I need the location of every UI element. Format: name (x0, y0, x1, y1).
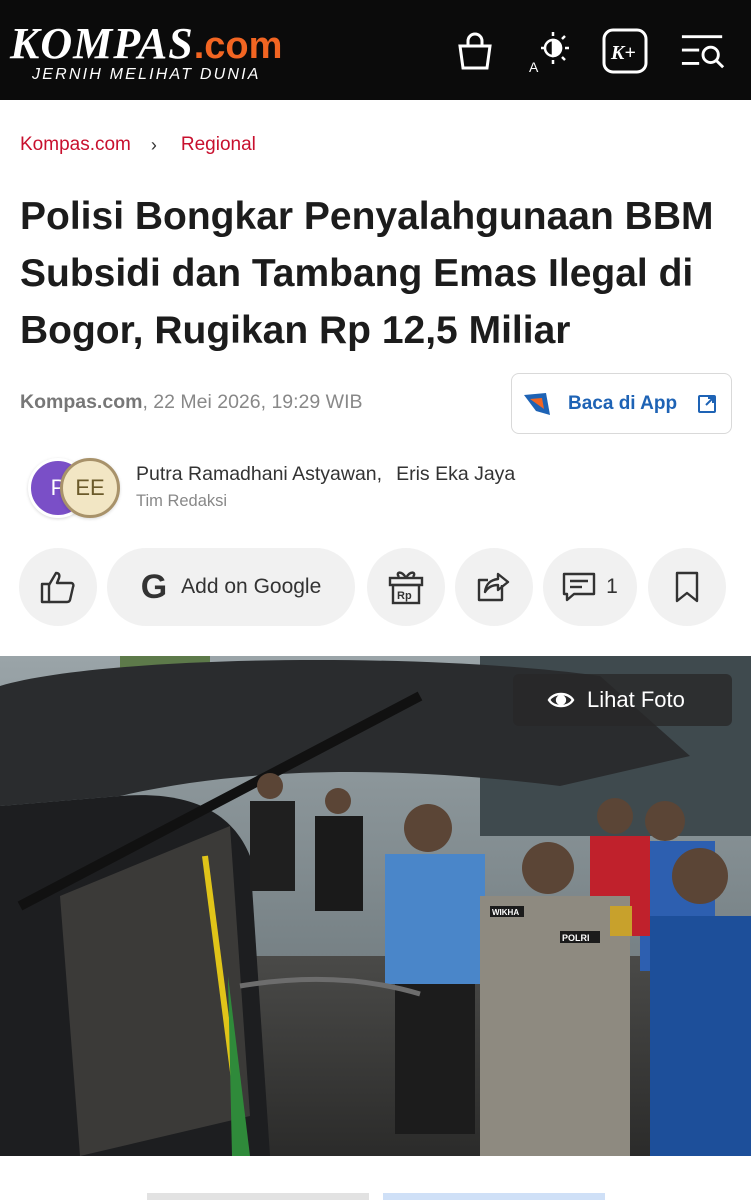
article-source[interactable]: Kompas.com (20, 391, 142, 413)
eye-icon (547, 692, 575, 708)
kompas-app-icon (524, 392, 550, 415)
gift-rp-icon: Rp (388, 571, 424, 605)
kompas-plus-icon[interactable]: K+ (602, 28, 648, 74)
photo-scene: POLRI WIKHA (0, 656, 751, 1156)
article-meta: Kompas.com, 22 Mei 2026, 19:29 WIB (20, 391, 363, 414)
menu-search-icon[interactable] (680, 28, 726, 74)
bookmark-icon (675, 571, 699, 603)
article-title: Polisi Bongkar Penyalahgunaan BBM Subsid… (20, 195, 714, 352)
article-date: , 22 Mei 2026, 19:29 WIB (142, 391, 363, 413)
gift-button[interactable]: Rp (367, 548, 445, 626)
breadcrumb: Kompas.com › Regional (20, 134, 256, 156)
author-link[interactable]: Putra Ramadhani Astyawan, (136, 463, 382, 485)
read-in-app-button[interactable]: Baca di App (511, 373, 732, 434)
officer-name-tag: WIKHA (492, 908, 519, 917)
google-icon: G (140, 567, 168, 606)
bottom-tab-left[interactable] (147, 1193, 369, 1200)
share-button[interactable] (455, 548, 533, 626)
breadcrumb-separator: › (150, 134, 157, 155)
like-button[interactable] (19, 548, 97, 626)
breadcrumb-regional[interactable]: Regional (181, 134, 256, 156)
view-photo-label: Lihat Foto (587, 687, 685, 712)
editorial-team-label: Tim Redaksi (136, 492, 228, 510)
article-photo[interactable]: POLRI WIKHA (0, 656, 751, 1156)
logo-wordmark: KOMPAS.com (10, 19, 283, 68)
avatar[interactable]: EE (60, 458, 120, 518)
svg-text:A: A (529, 59, 539, 74)
comment-count: 1 (606, 575, 618, 598)
author-names: Putra Ramadhani Astyawan, Eris Eka Jaya (136, 463, 515, 486)
logo-tagline: JERNIH MELIHAT DUNIA (32, 66, 261, 83)
add-on-google-button[interactable]: G Add on Google (107, 548, 355, 626)
comment-icon (562, 572, 596, 602)
svg-text:Rp: Rp (397, 590, 412, 602)
author-avatars: P EE (28, 458, 124, 518)
thumbs-up-icon (40, 571, 75, 604)
display-mode-icon[interactable]: A (527, 28, 573, 74)
share-icon (477, 572, 510, 602)
breadcrumb-home[interactable]: Kompas.com (20, 134, 131, 156)
add-on-google-label: Add on Google (181, 575, 322, 598)
comment-button[interactable]: 1 (543, 548, 637, 626)
shopping-bag-icon[interactable] (452, 28, 498, 74)
read-in-app-label: Baca di App (568, 392, 678, 414)
officer-badge-polri: POLRI (562, 933, 590, 943)
external-link-icon (698, 394, 717, 413)
bookmark-button[interactable] (648, 548, 726, 626)
view-photo-button[interactable]: Lihat Foto (513, 674, 732, 726)
author-link[interactable]: Eris Eka Jaya (396, 463, 515, 485)
top-bar: KOMPAS.com JERNIH MELIHAT DUNIA A K+ (0, 0, 751, 100)
kompas-logo[interactable]: KOMPAS.com JERNIH MELIHAT DUNIA (10, 19, 283, 84)
svg-text:K+: K+ (610, 42, 636, 64)
bottom-tab-right[interactable] (383, 1193, 605, 1200)
